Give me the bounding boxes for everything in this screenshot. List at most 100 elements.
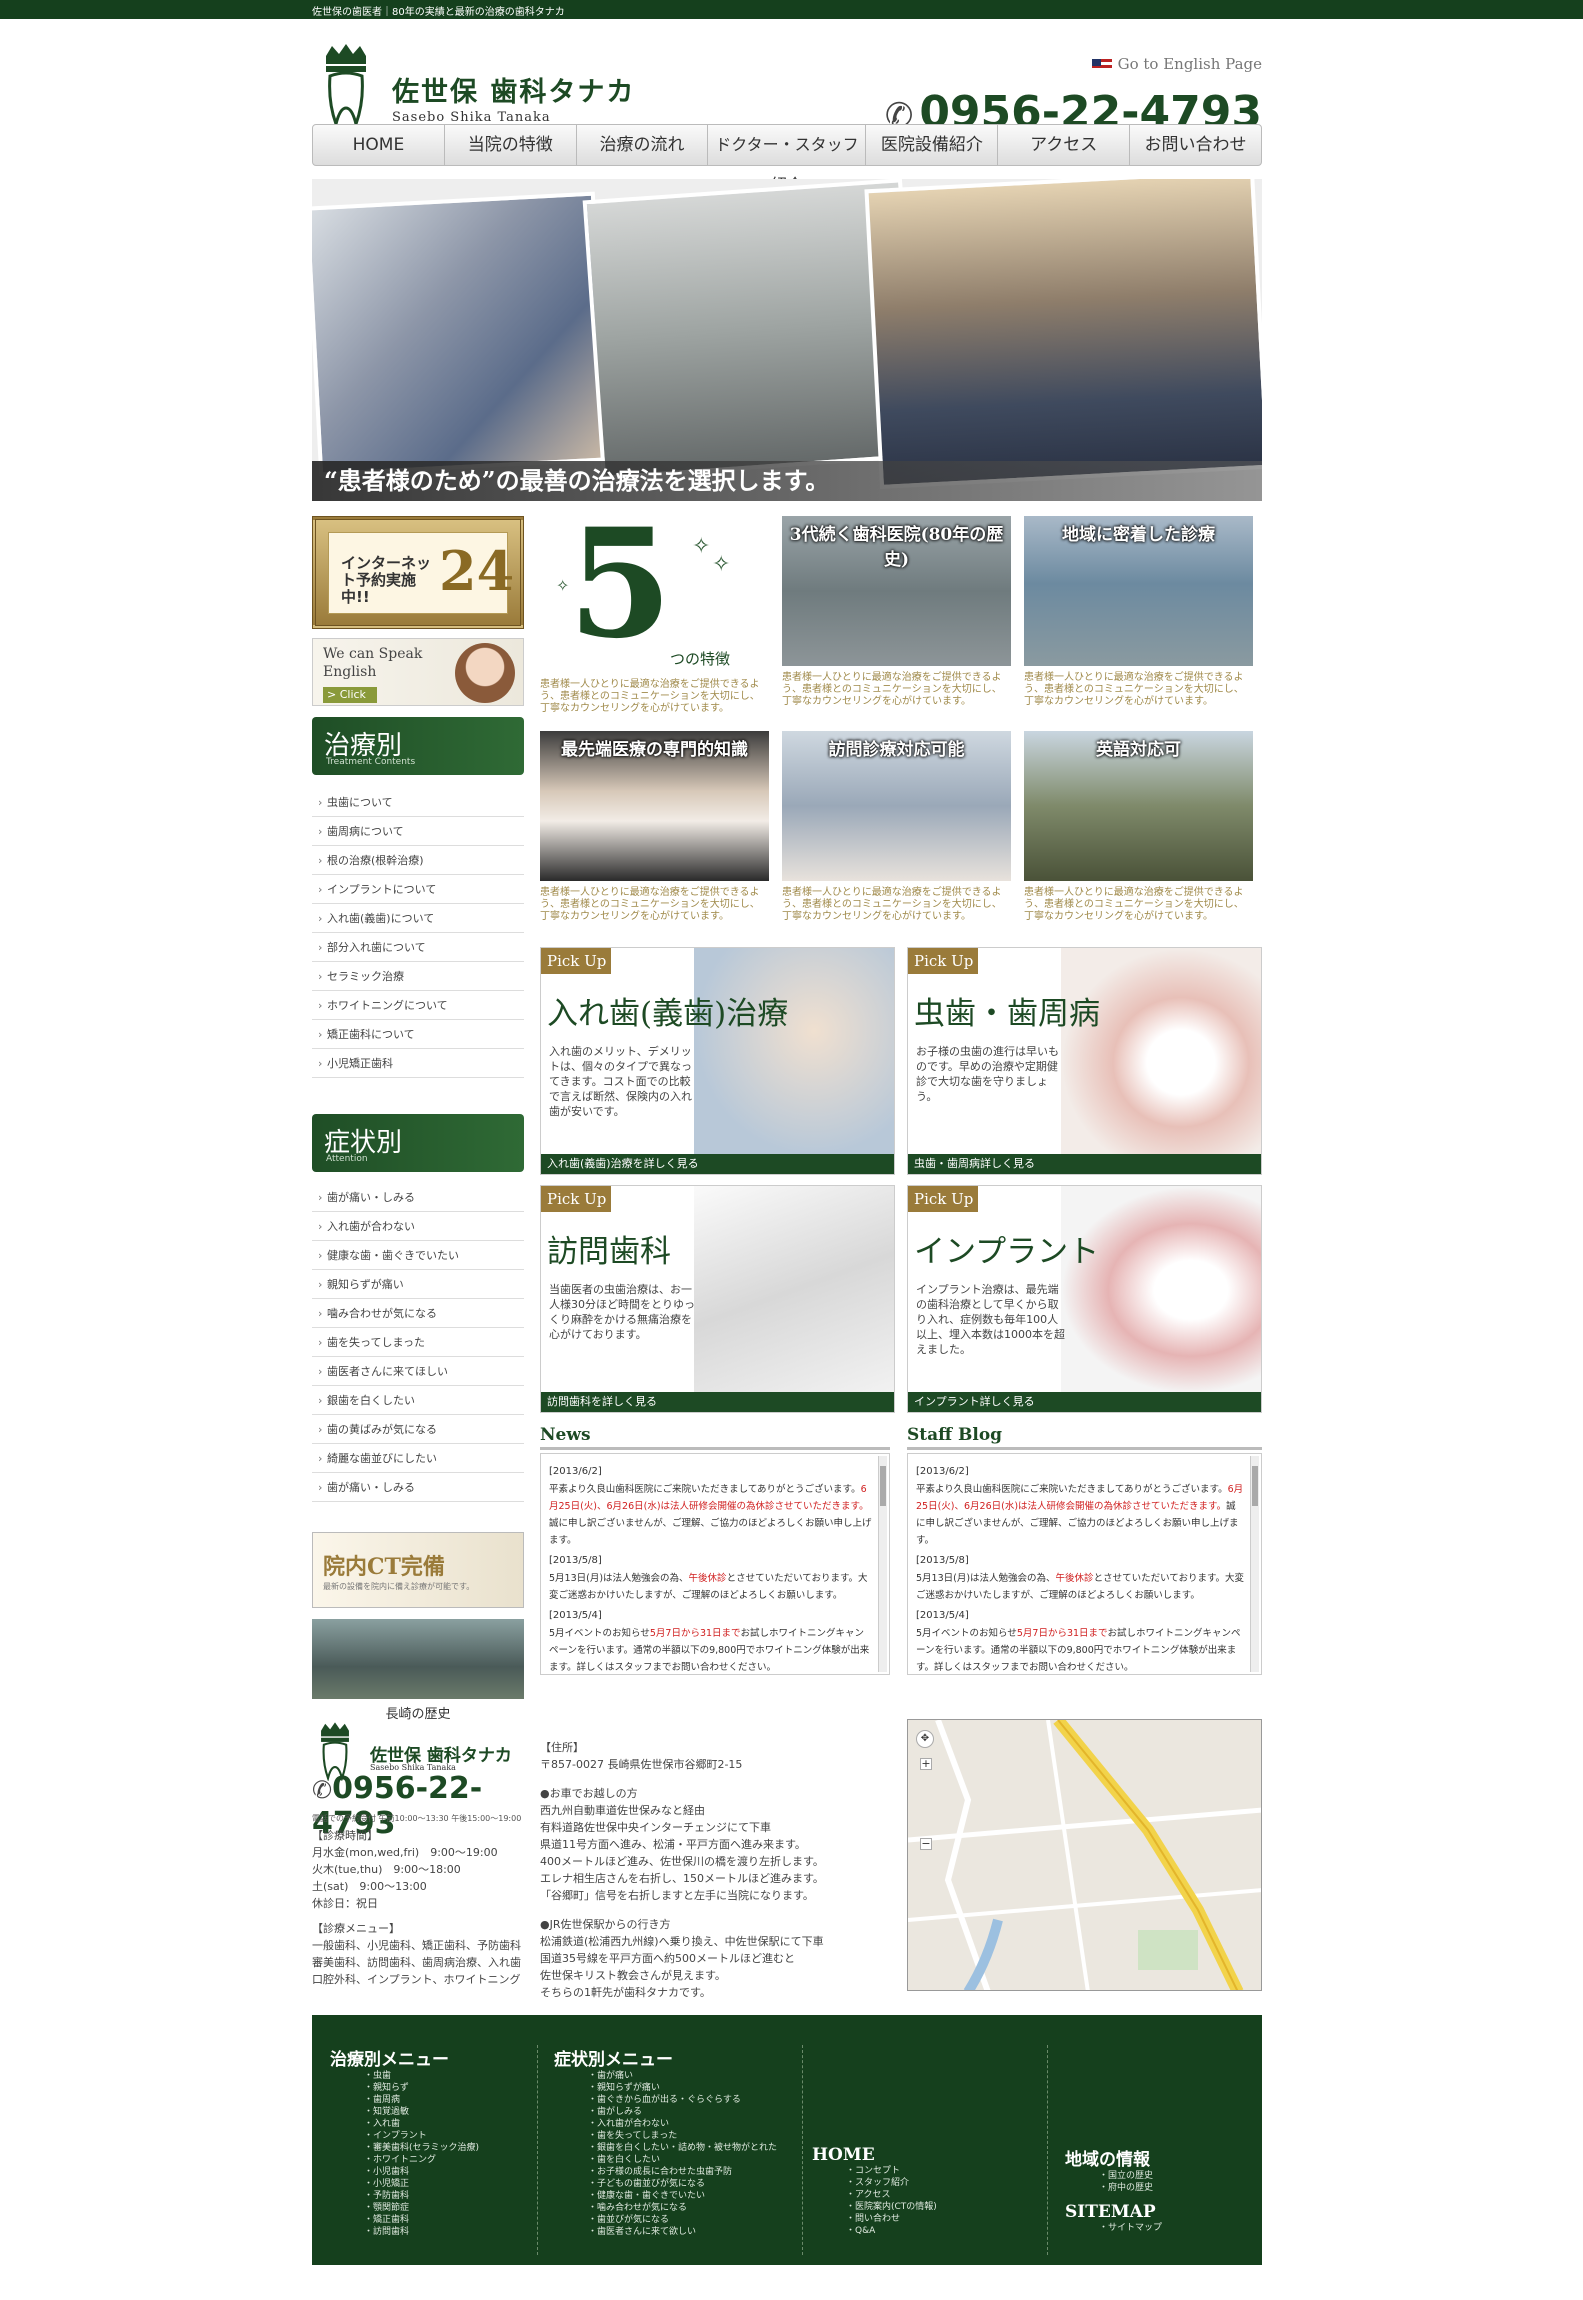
map-zoom-in-button[interactable]: + bbox=[920, 1758, 932, 1770]
symptom-menu-item[interactable]: 健康な歯・歯ぐきでいたい bbox=[312, 1241, 524, 1270]
treatment-menu-item[interactable]: 矯正歯科について bbox=[312, 1020, 524, 1049]
news-box[interactable]: [2013/6/2] 平素より久良山歯科医院にご来院いただきましてありがとうござい… bbox=[540, 1453, 890, 1675]
news-scrollbar[interactable] bbox=[878, 1456, 887, 1672]
pickup-link[interactable]: 虫歯・歯周病詳しく見る bbox=[908, 1154, 1261, 1174]
news-scrollbar[interactable] bbox=[1250, 1456, 1259, 1672]
feature-card[interactable]: 地域に密着した診療 患者様一人ひとりに最適な治療をご提供できるよう、患者様とのコミ… bbox=[1024, 516, 1253, 708]
access-map[interactable]: ✥ + − bbox=[907, 1719, 1262, 1991]
footer-link[interactable]: ・歯を白くしたい bbox=[554, 2154, 777, 2166]
footer-link[interactable]: ・問い合わせ bbox=[812, 2213, 937, 2225]
symptom-menu-item[interactable]: 入れ歯が合わない bbox=[312, 1212, 524, 1241]
pickup-link[interactable]: 入れ歯(義歯)治療を詳しく見る bbox=[541, 1154, 894, 1174]
footer-link[interactable]: ・インプラント bbox=[330, 2130, 479, 2142]
pickup-link[interactable]: 訪問歯科を詳しく見る bbox=[541, 1392, 894, 1412]
symptom-menu-item[interactable]: 歯医者さんに来てほしい bbox=[312, 1357, 524, 1386]
footer-link[interactable]: ・入れ歯が合わない bbox=[554, 2118, 777, 2130]
feature-photo: 英語対応可 bbox=[1024, 731, 1253, 881]
footer-link[interactable]: ・国立の歴史 bbox=[1065, 2170, 1162, 2182]
footer-sitemap-head[interactable]: SITEMAP bbox=[1065, 2202, 1162, 2222]
pickup-card[interactable]: Pick Up 訪問歯科 当歯医者の虫歯治療は、お一人様30分ほど時間をとりゆっくり… bbox=[540, 1185, 895, 1413]
online-booking-banner[interactable]: インターネット予約実施中!! 24 bbox=[312, 516, 524, 629]
feature-card[interactable]: 英語対応可 患者様一人ひとりに最適な治療をご提供できるよう、患者様とのコミュニケー… bbox=[1024, 731, 1253, 923]
footer-link[interactable]: ・入れ歯 bbox=[330, 2118, 479, 2130]
treatment-menu-item[interactable]: 虫歯について bbox=[312, 788, 524, 817]
nav-contact[interactable]: お問い合わせ bbox=[1130, 125, 1261, 165]
treatment-menu-item[interactable]: 入れ歯(義歯)について bbox=[312, 904, 524, 933]
treatment-menu-item[interactable]: 小児矯正歯科 bbox=[312, 1049, 524, 1078]
nav-staff[interactable]: ドクター・スタッフ紹介 bbox=[708, 125, 867, 194]
footer-link[interactable]: ・歯を失ってしまった bbox=[554, 2130, 777, 2142]
footer-link[interactable]: ・矯正歯科 bbox=[330, 2214, 479, 2226]
footer-link[interactable]: ・お子様の成長に合わせた虫歯予防 bbox=[554, 2166, 777, 2178]
treatment-menu-item[interactable]: セラミック治療 bbox=[312, 962, 524, 991]
footer-link[interactable]: ・歯ぐきから血が出る・ぐらぐらする bbox=[554, 2094, 777, 2106]
symptom-menu-item[interactable]: 親知らずが痛い bbox=[312, 1270, 524, 1299]
footer-link[interactable]: ・歯が痛い bbox=[554, 2070, 777, 2082]
footer-link[interactable]: ・銀歯を白くしたい・詰め物・被せ物がとれた bbox=[554, 2142, 777, 2154]
footer-link[interactable]: ・スタッフ紹介 bbox=[812, 2177, 937, 2189]
history-photo[interactable] bbox=[312, 1619, 524, 1699]
footer-link[interactable]: ・知覚過敏 bbox=[330, 2106, 479, 2118]
pickup-card[interactable]: Pick Up 虫歯・歯周病 お子様の虫歯の進行は早いものです。早めの治療や定期健診… bbox=[907, 947, 1262, 1175]
map-pan-icon[interactable]: ✥ bbox=[916, 1730, 934, 1748]
footer-link[interactable]: ・歯周病 bbox=[330, 2094, 479, 2106]
footer-link[interactable]: ・親知らずが痛い bbox=[554, 2082, 777, 2094]
footer-link[interactable]: ・歯並びが気になる bbox=[554, 2214, 777, 2226]
treatment-menu-item[interactable]: 根の治療(根幹治療) bbox=[312, 846, 524, 875]
footer-link[interactable]: ・子どもの歯並びが気になる bbox=[554, 2178, 777, 2190]
footer-link[interactable]: ・噛み合わせが気になる bbox=[554, 2202, 777, 2214]
symptom-menu-item[interactable]: 歯が痛い・しみる bbox=[312, 1473, 524, 1502]
footer-link[interactable]: ・小児歯科 bbox=[330, 2166, 479, 2178]
symptom-menu-item[interactable]: 銀歯を白くしたい bbox=[312, 1386, 524, 1415]
footer-home-head[interactable]: HOME bbox=[812, 2145, 937, 2165]
footer-link[interactable]: ・医院案内(CTの情報) bbox=[812, 2201, 937, 2213]
map-zoom-out-button[interactable]: − bbox=[920, 1838, 932, 1850]
footer-link[interactable]: ・予防歯科 bbox=[330, 2190, 479, 2202]
nav-home[interactable]: HOME bbox=[313, 125, 445, 165]
footer-link[interactable]: ・コンセプト bbox=[812, 2165, 937, 2177]
sparkle-icon: ✧ bbox=[556, 576, 570, 595]
footer-link[interactable]: ・顎関節症 bbox=[330, 2202, 479, 2214]
feature-card[interactable]: 最先端医療の専門的知識 患者様一人ひとりに最適な治療をご提供できるよう、患者様との… bbox=[540, 731, 769, 923]
pickup-link[interactable]: インプラント詳しく見る bbox=[908, 1392, 1261, 1412]
nav-flow[interactable]: 治療の流れ bbox=[577, 125, 709, 165]
footer-link[interactable]: ・Q&A bbox=[812, 2225, 937, 2237]
footer-link[interactable]: ・アクセス bbox=[812, 2189, 937, 2201]
footer-link[interactable]: ・虫歯 bbox=[330, 2070, 479, 2082]
treatment-menu-item[interactable]: 歯周病について bbox=[312, 817, 524, 846]
jr-direction-line: そちらの1軒先が歯科タナカです。 bbox=[540, 1986, 711, 1999]
footer-link[interactable]: ・ホワイトニング bbox=[330, 2154, 479, 2166]
symptom-menu-item[interactable]: 歯を失ってしまった bbox=[312, 1328, 524, 1357]
symptom-menu-item[interactable]: 歯の黄ばみが気になる bbox=[312, 1415, 524, 1444]
news-highlight: 5月7日から31日まで bbox=[1016, 1628, 1108, 1639]
symptom-menu-item[interactable]: 綺麗な歯並びにしたい bbox=[312, 1444, 524, 1473]
footer-hours: 【診療時間】 月水金(mon,wed,fri) 9:00～19:00 火木(tu… bbox=[312, 1827, 524, 1988]
footer-link[interactable]: ・歯がしみる bbox=[554, 2106, 777, 2118]
footer-divider bbox=[802, 2045, 803, 2255]
footer-link[interactable]: ・審美歯科(セラミック治療) bbox=[330, 2142, 479, 2154]
footer-link[interactable]: ・親知らず bbox=[330, 2082, 479, 2094]
footer-link[interactable]: ・小児矯正 bbox=[330, 2178, 479, 2190]
nav-access[interactable]: アクセス bbox=[998, 125, 1131, 165]
treatment-menu-item[interactable]: インプラントについて bbox=[312, 875, 524, 904]
nav-facilities[interactable]: 医院設備紹介 bbox=[866, 125, 999, 165]
english-page-link[interactable]: Go to English Page bbox=[1091, 55, 1262, 73]
speak-english-banner[interactable]: We can Speak English > Click bbox=[312, 638, 524, 706]
blog-box[interactable]: [2013/6/2] 平素より久良山歯科医院にご来院いただきましてありがとうござい… bbox=[907, 1453, 1262, 1675]
treatment-menu-item[interactable]: 部分入れ歯について bbox=[312, 933, 524, 962]
footer-link[interactable]: ・歯医者さんに来て欲しい bbox=[554, 2226, 777, 2238]
treatment-menu-item[interactable]: ホワイトニングについて bbox=[312, 991, 524, 1020]
footer-link[interactable]: ・サイトマップ bbox=[1065, 2222, 1162, 2234]
symptom-menu-item[interactable]: 噛み合わせが気になる bbox=[312, 1299, 524, 1328]
site-logo[interactable]: 佐世保 歯科タナカ Sasebo Shika Tanaka bbox=[312, 32, 652, 132]
feature-card[interactable]: 3代続く歯科医院(80年の歴史) 患者様一人ひとりに最適な治療をご提供できるよう、… bbox=[782, 516, 1011, 708]
footer-link[interactable]: ・訪問歯科 bbox=[330, 2226, 479, 2238]
footer-link[interactable]: ・健康な歯・歯ぐきでいたい bbox=[554, 2190, 777, 2202]
ct-banner[interactable]: 院内CT完備 最新の設備を院内に備え診療が可能です。 bbox=[312, 1532, 524, 1608]
footer-link[interactable]: ・府中の歴史 bbox=[1065, 2182, 1162, 2194]
nav-features[interactable]: 当院の特徴 bbox=[445, 125, 577, 165]
pickup-card[interactable]: Pick Up 入れ歯(義歯)治療 入れ歯のメリット、デメリットは、個々のタイプで異… bbox=[540, 947, 895, 1175]
feature-card[interactable]: 訪問診療対応可能 患者様一人ひとりに最適な治療をご提供できるよう、患者様とのコミュ… bbox=[782, 731, 1011, 923]
pickup-card[interactable]: Pick Up インプラント インプラント治療は、最先端の歯科治療として早くから取り… bbox=[907, 1185, 1262, 1413]
symptom-menu-item[interactable]: 歯が痛い・しみる bbox=[312, 1183, 524, 1212]
